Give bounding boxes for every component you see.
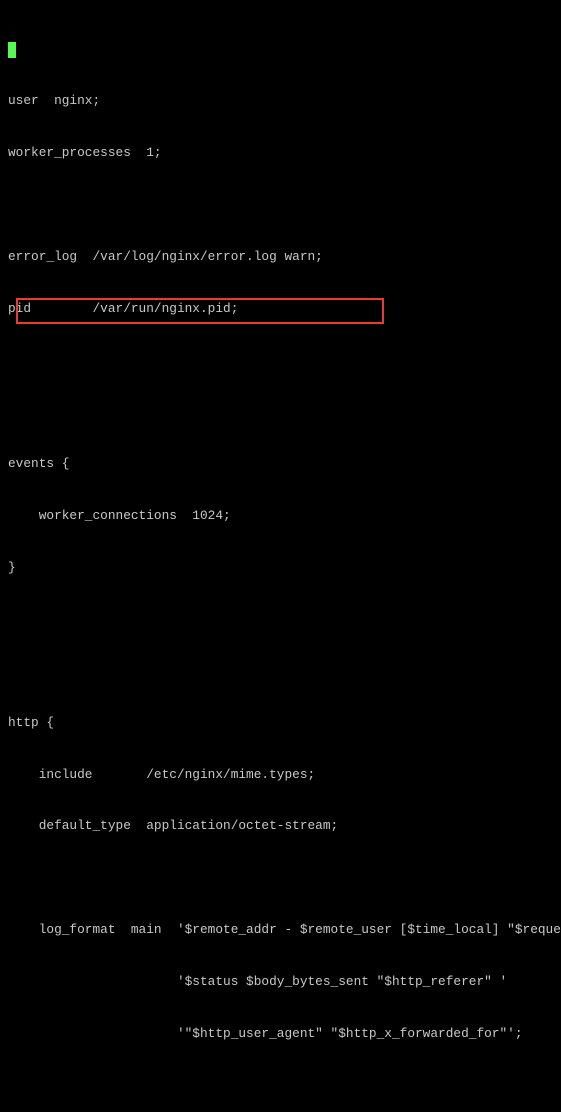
line: } bbox=[8, 559, 553, 576]
line bbox=[8, 1076, 553, 1093]
line bbox=[8, 41, 553, 58]
line bbox=[8, 351, 553, 368]
line: '$status $body_bytes_sent "$http_referer… bbox=[8, 973, 553, 990]
line bbox=[8, 196, 553, 213]
terminal-editor[interactable]: user nginx; worker_processes 1; error_lo… bbox=[0, 0, 561, 1112]
line bbox=[8, 662, 553, 679]
line: pid /var/run/nginx.pid; bbox=[8, 300, 553, 317]
line: user nginx; bbox=[8, 92, 553, 109]
line: include /etc/nginx/mime.types; bbox=[8, 766, 553, 783]
line bbox=[8, 403, 553, 420]
line bbox=[8, 869, 553, 886]
line bbox=[8, 610, 553, 627]
line: events { bbox=[8, 455, 553, 472]
line: http { bbox=[8, 714, 553, 731]
line: log_format main '$remote_addr - $remote_… bbox=[8, 921, 553, 938]
line: '"$http_user_agent" "$http_x_forwarded_f… bbox=[8, 1025, 553, 1042]
cursor-icon bbox=[8, 42, 16, 58]
line: default_type application/octet-stream; bbox=[8, 817, 553, 834]
line: worker_processes 1; bbox=[8, 144, 553, 161]
line: worker_connections 1024; bbox=[8, 507, 553, 524]
line: error_log /var/log/nginx/error.log warn; bbox=[8, 248, 553, 265]
